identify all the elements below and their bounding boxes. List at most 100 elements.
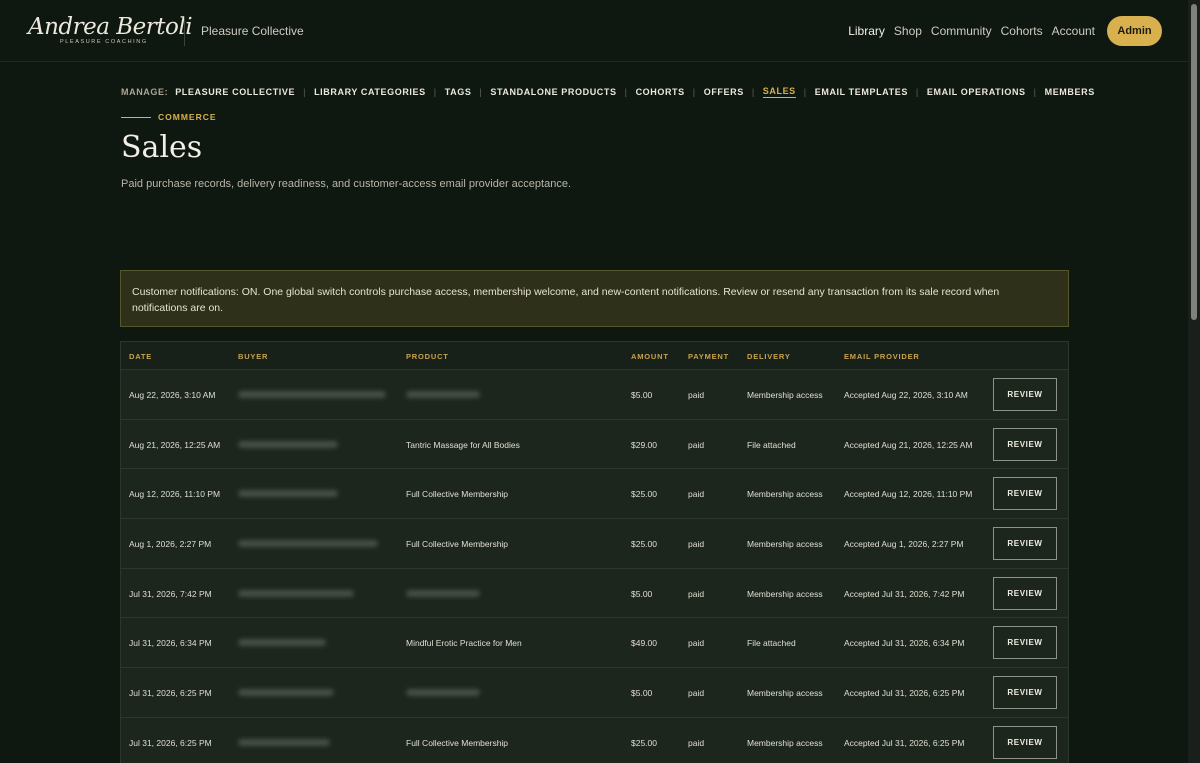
cell-delivery: Membership access [747, 390, 823, 400]
main-nav: Library Shop Community Cohorts Account [839, 24, 1095, 38]
cell-email-provider: Accepted Aug 12, 2026, 11:10 PM [844, 489, 973, 500]
cell-product: Mindful Erotic Practice for Men [406, 638, 522, 649]
table-header: DATE BUYER PRODUCT AMOUNT PAYMENT DELIVE… [121, 342, 1068, 370]
manage-label: MANAGE: [121, 87, 169, 97]
manage-item-members[interactable]: MEMBERS [1045, 87, 1095, 97]
logo-script: Andrea Bertoli [28, 14, 193, 40]
manage-item-library-categories[interactable]: LIBRARY CATEGORIES [314, 87, 426, 97]
review-button[interactable]: REVIEW [993, 477, 1057, 511]
manage-item-standalone-products[interactable]: STANDALONE PRODUCTS [490, 87, 616, 97]
cell-date: Jul 31, 2026, 6:25 PM [129, 688, 212, 699]
cell-payment: paid [688, 638, 705, 649]
manage-item-tags[interactable]: TAGS [445, 87, 472, 97]
header-divider [184, 16, 185, 46]
cell-amount: $5.00 [631, 688, 653, 699]
cell-buyer-redacted [238, 490, 338, 498]
review-button[interactable]: REVIEW [993, 378, 1057, 411]
separator: | [751, 87, 755, 97]
logo-subtitle: PLEASURE COACHING [60, 39, 148, 45]
manage-nav: MANAGE: PLEASURE COLLECTIVE | LIBRARY CA… [121, 86, 1095, 98]
cell-product-redacted [406, 589, 480, 597]
table-row: Jul 31, 2026, 7:42 PM $5.00 paid Membership… [121, 568, 1068, 619]
cell-payment: paid [688, 737, 705, 748]
column-payment: PAYMENT [688, 352, 730, 361]
manage-item-offers[interactable]: OFFERS [704, 87, 744, 97]
review-button[interactable]: REVIEW [993, 676, 1057, 710]
cell-delivery: Membership access [747, 539, 823, 550]
nav-cohorts[interactable]: Cohorts [1001, 24, 1043, 38]
nav-library[interactable]: Library [848, 24, 885, 38]
cell-product: Tantric Massage for All Bodies [406, 439, 520, 450]
manage-item-sales[interactable]: SALES [762, 86, 796, 98]
table-row: Full Collective Membership Aug 1, 2026, 2… [121, 519, 1068, 569]
separator: | [803, 87, 807, 97]
scrollbar-thumb[interactable] [1191, 4, 1197, 320]
cell-email-provider: Accepted Jul 31, 2026, 6:25 PM [844, 688, 965, 699]
cell-email-provider: Accepted Aug 1, 2026, 2:27 PM [844, 539, 964, 550]
cell-product-redacted [406, 689, 480, 697]
separator: | [479, 87, 483, 97]
separator: | [433, 87, 437, 97]
cell-amount: $5.00 [631, 588, 653, 599]
cell-product: Full Collective Membership [406, 489, 509, 500]
cell-buyer-redacted [238, 689, 334, 697]
cell-amount: $25.00 [631, 539, 657, 550]
manage-item-email-operations[interactable]: EMAIL OPERATIONS [927, 87, 1026, 97]
logo[interactable]: Andrea Bertoli PLEASURE COACHING [28, 14, 193, 48]
cell-email-provider: Accepted Aug 21, 2026, 12:25 AM [844, 439, 973, 450]
cell-delivery: File attached [747, 439, 796, 450]
cell-date: Aug 22, 2026, 3:10 AM [129, 390, 216, 400]
cell-amount: $25.00 [631, 737, 657, 748]
cell-delivery: Membership access [747, 588, 823, 599]
cell-email-provider: Accepted Jul 31, 2026, 6:25 PM [844, 737, 965, 748]
cell-payment: paid [688, 489, 705, 500]
manage-item-email-templates[interactable]: EMAIL TEMPLATES [815, 87, 908, 97]
column-email-provider: EMAIL PROVIDER [844, 352, 920, 361]
review-button[interactable]: REVIEW [993, 427, 1057, 461]
cell-payment: paid [688, 688, 705, 699]
cell-payment: paid [688, 439, 705, 450]
nav-account[interactable]: Account [1052, 24, 1095, 38]
cell-amount: $25.00 [631, 489, 657, 500]
nav-community[interactable]: Community [931, 24, 992, 38]
review-button[interactable]: REVIEW [993, 527, 1057, 561]
table-row: Jul 31, 2026, 6:25 PM $5.00 paid Membership… [121, 668, 1068, 718]
site-header: Andrea Bertoli PLEASURE COACHING Pleasur… [0, 0, 1188, 62]
cell-delivery: Membership access [747, 737, 823, 748]
separator: | [303, 87, 307, 97]
cell-date: Jul 31, 2026, 7:42 PM [129, 588, 212, 599]
column-date: DATE [129, 352, 153, 361]
manage-item-cohorts[interactable]: COHORTS [636, 87, 685, 97]
cell-payment: paid [688, 539, 705, 550]
cell-payment: paid [688, 390, 705, 400]
notifications-notice: Customer notifications: ON. One global s… [120, 270, 1069, 327]
scrollbar[interactable] [1188, 0, 1200, 763]
manage-item-pleasure-collective[interactable]: PLEASURE COLLECTIVE [175, 87, 295, 97]
cell-amount: $5.00 [631, 390, 653, 400]
cell-delivery: Membership access [747, 489, 823, 500]
cell-buyer-redacted [238, 639, 326, 647]
separator: | [692, 87, 696, 97]
review-button[interactable]: REVIEW [993, 626, 1057, 660]
cell-buyer-redacted [238, 540, 378, 548]
cell-email-provider: Accepted Jul 31, 2026, 7:42 PM [844, 588, 965, 599]
review-button[interactable]: REVIEW [993, 725, 1057, 759]
table-row: Full Collective Membership Aug 12, 2026, … [121, 469, 1068, 520]
cell-date: Aug 12, 2026, 11:10 PM [129, 489, 221, 500]
column-delivery: DELIVERY [747, 352, 791, 361]
table-row: Aug 22, 2026, 3:10 AM $5.00 paid Membership… [121, 370, 1068, 420]
cell-delivery: File attached [747, 638, 796, 649]
cell-delivery: Membership access [747, 688, 823, 699]
table-row: Tantric Massage for All Bodies Aug 21, 20… [121, 419, 1068, 470]
cell-product-redacted [406, 391, 480, 398]
page-title: Sales [121, 130, 203, 165]
review-button[interactable]: REVIEW [993, 576, 1057, 610]
column-buyer: BUYER [238, 352, 269, 361]
sales-table: DATE BUYER PRODUCT AMOUNT PAYMENT DELIVE… [120, 341, 1069, 763]
nav-shop[interactable]: Shop [894, 24, 922, 38]
cell-product: Full Collective Membership [406, 539, 509, 550]
brand-name[interactable]: Pleasure Collective [201, 24, 304, 38]
separator: | [1033, 87, 1037, 97]
admin-button[interactable]: Admin [1107, 16, 1162, 46]
separator: | [915, 87, 919, 97]
